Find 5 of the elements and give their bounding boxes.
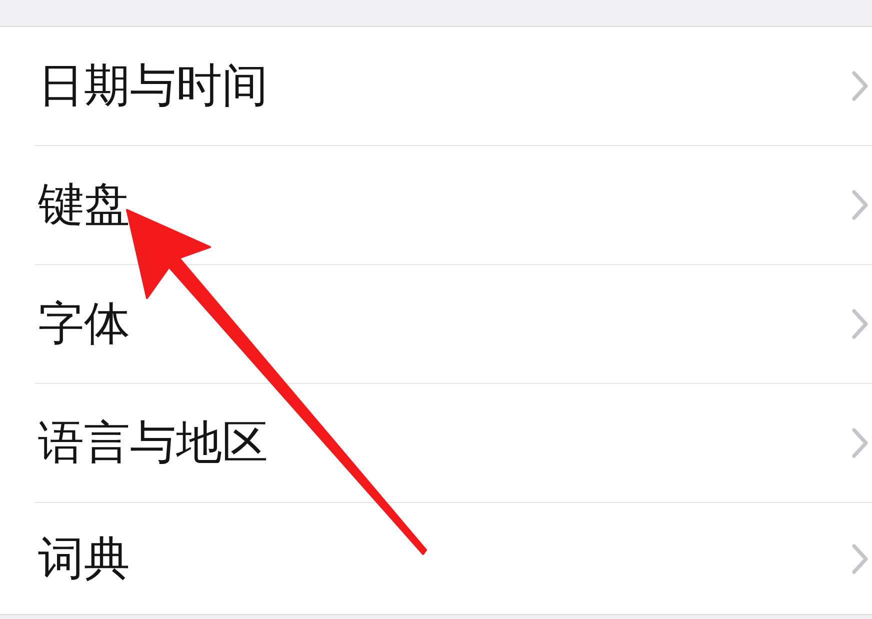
chevron-right-icon [852, 309, 868, 339]
chevron-right-icon [852, 71, 868, 101]
chevron-right-icon [852, 428, 868, 458]
chevron-right-icon [852, 544, 868, 574]
chevron-right-icon [852, 190, 868, 220]
